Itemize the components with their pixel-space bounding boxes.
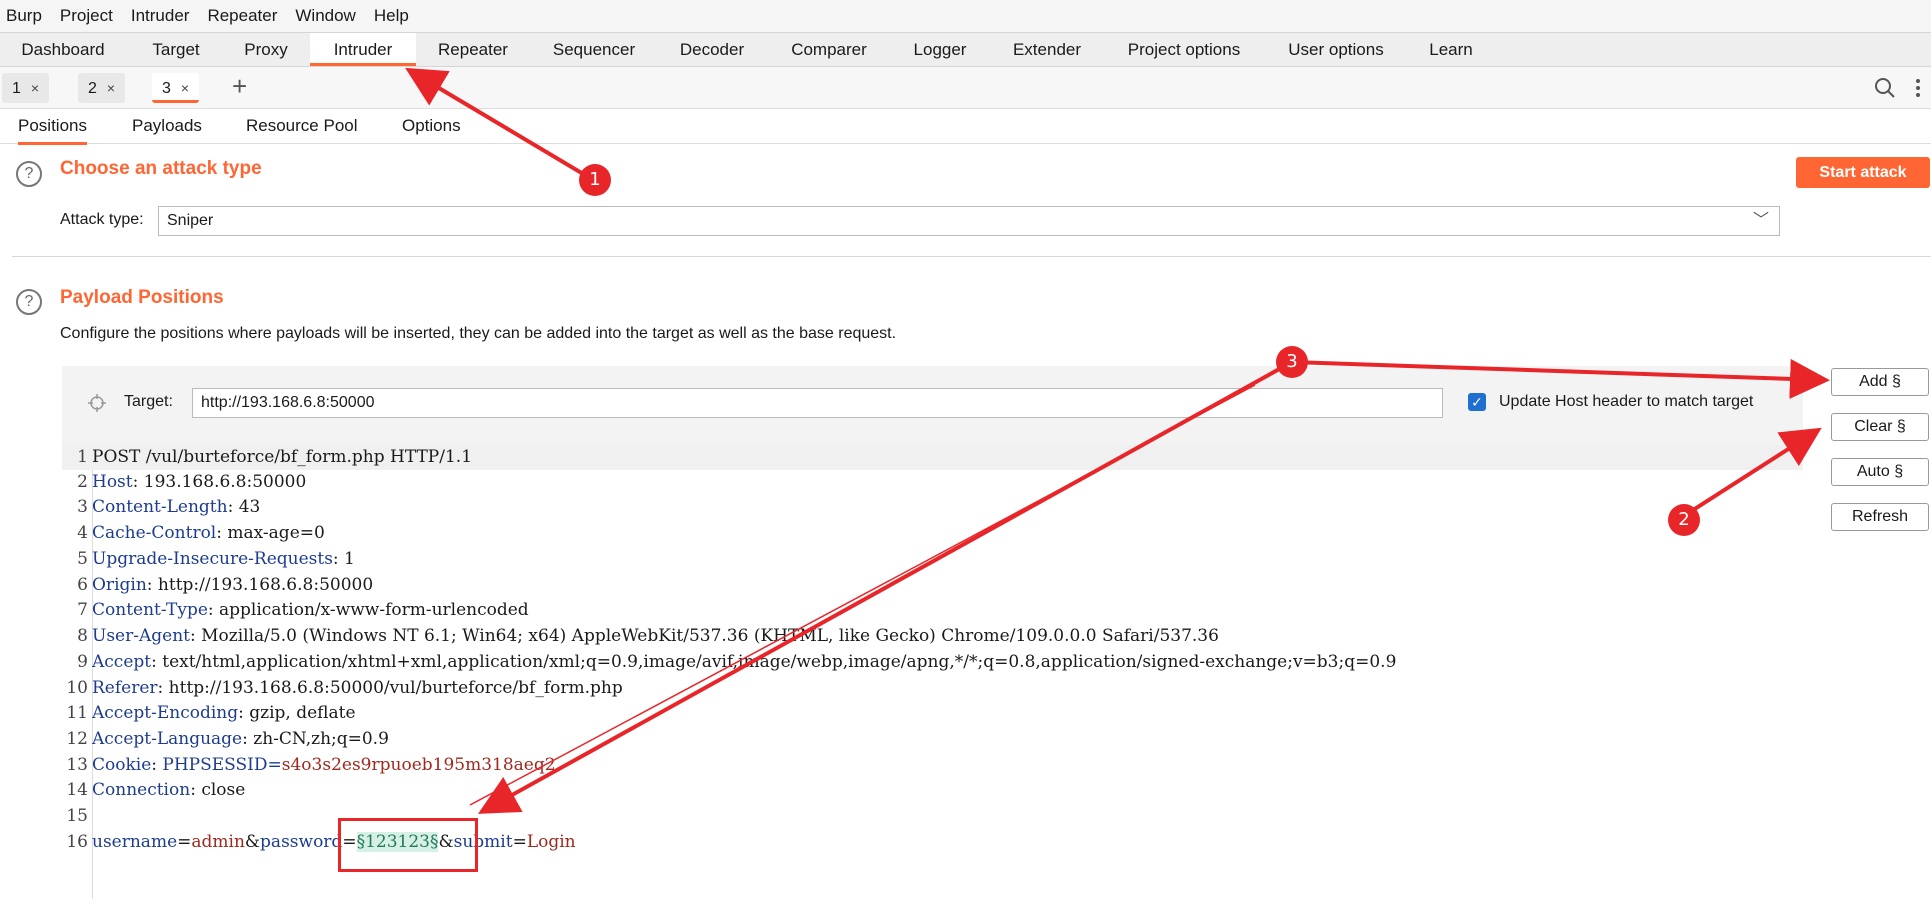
blank-line: 15	[66, 806, 88, 826]
crosshair-icon	[88, 394, 106, 412]
start-attack-button[interactable]: Start attack	[1796, 157, 1930, 188]
target-label: Target:	[124, 393, 173, 410]
header-line: 8 User-Agent: Mozilla/5.0 (Windows NT 6.1…	[77, 626, 1219, 646]
tab-dashboard[interactable]: Dashboard	[0, 33, 126, 66]
tab-learn[interactable]: Learn	[1420, 33, 1482, 66]
menu-burp[interactable]: Burp	[6, 6, 42, 26]
attack-tab-label: 3	[162, 80, 171, 97]
attack-tab-2[interactable]: 2 ×	[78, 73, 126, 103]
payload-positions-heading: Payload Positions	[60, 287, 224, 308]
attack-tab-1[interactable]: 1 ×	[2, 73, 50, 103]
attack-type-heading: Choose an attack type	[60, 158, 262, 179]
more-options-icon[interactable]	[1914, 77, 1922, 99]
refresh-button[interactable]: Refresh	[1831, 503, 1929, 531]
close-icon[interactable]: ×	[181, 80, 189, 96]
header-line: 2 Host: 193.168.6.8:50000	[77, 472, 307, 492]
update-host-checkbox[interactable]: ✓	[1468, 393, 1486, 411]
attack-type-select[interactable]: Sniper ﹀	[158, 206, 1780, 236]
attack-type-label: Attack type:	[60, 211, 144, 228]
help-icon[interactable]: ?	[16, 289, 42, 315]
menu-bar: Burp Project Intruder Repeater Window He…	[0, 0, 1931, 32]
header-line: 11 Accept-Encoding: gzip, deflate	[66, 703, 356, 723]
menu-window[interactable]: Window	[295, 6, 355, 26]
close-icon[interactable]: ×	[107, 80, 115, 96]
menu-project[interactable]: Project	[60, 6, 113, 26]
tab-extender[interactable]: Extender	[1006, 33, 1088, 66]
cookie-line: 13 Cookie: PHPSESSID=s4o3s2es9rpuoeb195m3…	[66, 755, 556, 775]
tab-resource-pool[interactable]: Resource Pool	[246, 109, 358, 142]
menu-intruder[interactable]: Intruder	[131, 6, 190, 26]
tab-options[interactable]: Options	[402, 109, 461, 142]
close-icon[interactable]: ×	[31, 80, 39, 96]
annotation-badge-1: 1	[579, 164, 611, 196]
payload-highlight-box	[338, 818, 478, 872]
header-line: 9 Accept: text/html,application/xhtml+xml…	[77, 652, 1397, 672]
menu-help[interactable]: Help	[374, 6, 409, 26]
header-line: 4 Cache-Control: max-age=0	[77, 523, 325, 543]
annotation-badge-3: 3	[1276, 346, 1308, 378]
attack-tab-label: 2	[88, 80, 97, 97]
tab-positions[interactable]: Positions	[18, 109, 87, 145]
add-marker-button[interactable]: Add §	[1831, 368, 1929, 396]
add-tab-icon[interactable]: +	[232, 71, 247, 102]
tab-comparer[interactable]: Comparer	[782, 33, 876, 66]
body-line: 16 username=admin&password=§123123§&submi…	[66, 832, 576, 852]
header-line: 7 Content-Type: application/x-www-form-ur…	[77, 600, 529, 620]
attack-type-value: Sniper	[167, 212, 214, 229]
update-host-label: Update Host header to match target	[1499, 393, 1754, 410]
tab-repeater[interactable]: Repeater	[428, 33, 518, 66]
tab-proxy[interactable]: Proxy	[228, 33, 304, 66]
target-input[interactable]: http://193.168.6.8:50000	[192, 388, 1443, 418]
intruder-section-tabs: Positions Payloads Resource Pool Options	[0, 109, 1931, 145]
request-line: 1 POST /vul/burteforce/bf_form.php HTTP/1…	[62, 445, 1803, 470]
header-line: 3 Content-Length: 43	[77, 497, 261, 517]
tab-sequencer[interactable]: Sequencer	[546, 33, 642, 66]
header-line: 6 Origin: http://193.168.6.8:50000	[77, 575, 374, 595]
connection-line: 14 Connection: close	[66, 780, 246, 800]
payload-positions-description: Configure the positions where payloads w…	[60, 325, 897, 342]
section-divider	[12, 256, 1931, 257]
tab-intruder[interactable]: Intruder	[310, 33, 416, 66]
auto-markers-button[interactable]: Auto §	[1831, 458, 1929, 486]
attack-tab-3[interactable]: 3 ×	[152, 73, 200, 103]
tab-user-options[interactable]: User options	[1278, 33, 1394, 66]
tab-payloads[interactable]: Payloads	[132, 109, 202, 142]
header-line: 5 Upgrade-Insecure-Requests: 1	[77, 549, 355, 569]
chevron-down-icon: ﹀	[1752, 212, 1769, 229]
clear-markers-button[interactable]: Clear §	[1831, 413, 1929, 441]
tab-logger[interactable]: Logger	[904, 33, 976, 66]
tab-project-options[interactable]: Project options	[1116, 33, 1252, 66]
annotation-badge-2: 2	[1668, 504, 1700, 536]
tab-target[interactable]: Target	[138, 33, 214, 66]
header-line: 10 Referer: http://193.168.6.8:50000/vul/…	[66, 678, 623, 698]
attack-tab-label: 1	[12, 80, 21, 97]
tab-decoder[interactable]: Decoder	[672, 33, 752, 66]
menu-repeater[interactable]: Repeater	[207, 6, 277, 26]
header-line: 12 Accept-Language: zh-CN,zh;q=0.9	[66, 729, 389, 749]
help-icon[interactable]: ?	[16, 161, 42, 187]
main-tab-bar: Dashboard Target Proxy Intruder Repeater…	[0, 32, 1931, 67]
attack-tab-bar: 1 × 2 × 3 × +	[0, 67, 1931, 109]
search-icon[interactable]	[1874, 77, 1896, 99]
